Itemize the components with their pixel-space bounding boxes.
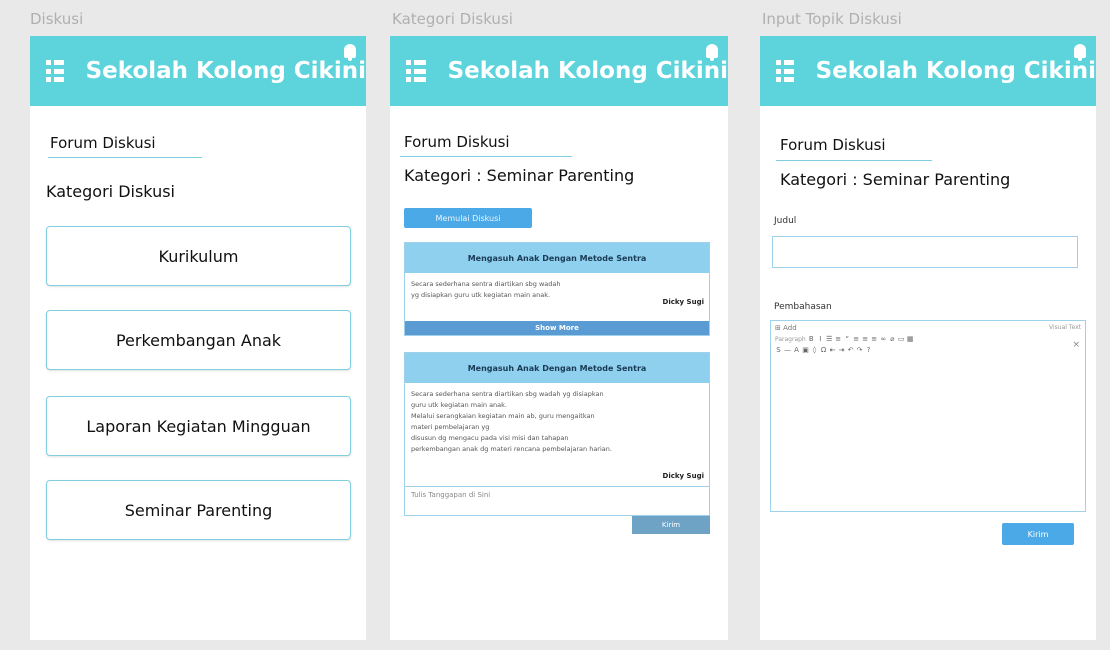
kategori-heading: Kategori Diskusi [46,182,175,201]
clear-format-icon[interactable]: ◊ [811,346,818,354]
toolbar-toggle-icon[interactable]: ▦ [907,335,914,343]
forum-underline [400,156,572,157]
app-bar: Sekolah Kolong Cikini [390,36,728,106]
editor-add-label: Add [783,324,797,332]
redo-icon[interactable]: ↷ [856,346,863,354]
forum-title: Forum Diskusi [780,136,886,154]
card-line: Secara sederhana sentra diartikan sbg wa… [411,280,561,288]
special-char-icon[interactable]: Ω [820,346,827,354]
editor-toolbar-row-1: Paragraph B I ☰ ≡ “ ≡ ≡ ≡ ∞ ⌀ ▭ ▦ [771,332,1085,343]
start-discussion-button[interactable]: Memulai Diskusi [404,208,532,228]
app-title: Sekolah Kolong Cikini [815,58,1096,84]
paragraph-select[interactable]: Paragraph [775,336,806,343]
indent-icon[interactable]: ⇥ [838,346,845,354]
reply-input[interactable]: Tulis Tanggapan di Sini [404,486,710,516]
category-button-seminar-parenting[interactable]: Seminar Parenting [46,480,351,540]
bell-icon[interactable] [1074,44,1086,61]
card-line: guru utk kegiatan main anak. [411,401,507,409]
card-line: Secara sederhana sentra diartikan sbg wa… [411,390,604,398]
quote-icon[interactable]: “ [844,335,851,343]
text-color-icon[interactable]: A [793,346,800,354]
judul-input[interactable] [772,236,1078,268]
discussion-card: Mengasuh Anak Dengan Metode Sentra Secar… [404,352,710,488]
send-button[interactable]: Kirim [632,516,710,534]
forum-underline [776,160,932,161]
editor-mode-tabs[interactable]: Visual Text [1049,324,1081,332]
horizontal-line-icon[interactable]: — [784,346,791,354]
card-line: perkembangan anak dg materi rencana pemb… [411,445,612,453]
menu-icon[interactable] [46,60,64,82]
kategori-label: Kategori : Seminar Parenting [404,166,635,185]
discussion-card[interactable]: Mengasuh Anak Dengan Metode Sentra Secar… [404,242,710,336]
add-media-icon: ⊞ [775,324,781,332]
link-icon[interactable]: ∞ [880,335,887,343]
menu-icon[interactable] [776,60,794,82]
editor-toolbar-row-2: S — A ▣ ◊ Ω ⇤ ⇥ ↶ ↷ ? [771,343,1085,354]
card-title: Mengasuh Anak Dengan Metode Sentra [405,243,709,273]
forum-title: Forum Diskusi [404,133,510,151]
forum-title: Forum Diskusi [50,134,156,152]
category-button-perkembangan-anak[interactable]: Perkembangan Anak [46,310,351,370]
outdent-icon[interactable]: ⇤ [829,346,836,354]
card-line: yg disiapkan guru utk kegiatan main anak… [411,291,551,299]
phone-screen-kategori: Sekolah Kolong Cikini Forum Diskusi Kate… [390,36,728,640]
app-bar: Sekolah Kolong Cikini [760,36,1096,106]
card-body: Secara sederhana sentra diartikan sbg wa… [405,383,709,487]
app-title: Sekolah Kolong Cikini [447,58,728,84]
category-button-kurikulum[interactable]: Kurikulum [46,226,351,286]
panel-caption-kategori: Kategori Diskusi [392,10,513,28]
close-icon[interactable]: × [1072,340,1080,350]
card-author: Dicky Sugi [662,472,704,480]
italic-icon[interactable]: I [817,335,824,343]
category-button-laporan-kegiatan[interactable]: Laporan Kegiatan Mingguan [46,396,351,456]
align-center-icon[interactable]: ≡ [862,335,869,343]
card-line: materi pembelajaran yg [411,423,490,431]
pembahasan-label: Pembahasan [774,302,832,312]
strikethrough-icon[interactable]: S [775,346,782,354]
submit-button[interactable]: Kirim [1002,523,1074,545]
paste-text-icon[interactable]: ▣ [802,346,809,354]
align-right-icon[interactable]: ≡ [871,335,878,343]
phone-screen-input-topik: Sekolah Kolong Cikini Forum Diskusi Kate… [760,36,1096,640]
card-author: Dicky Sugi [662,298,704,306]
app-bar: Sekolah Kolong Cikini [30,36,366,106]
editor-top-bar: ⊞ Add Visual Text [771,321,1085,332]
panel-caption-diskusi: Diskusi [30,10,84,28]
judul-label: Judul [774,216,797,226]
show-more-button[interactable]: Show More [405,321,709,335]
bell-icon[interactable] [706,44,718,61]
card-line: Melalui serangkaian kegiatan main ab, gu… [411,412,595,420]
phone-screen-diskusi: Sekolah Kolong Cikini Forum Diskusi Kate… [30,36,366,640]
kategori-label: Kategori : Seminar Parenting [780,170,1011,189]
undo-icon[interactable]: ↶ [847,346,854,354]
forum-underline [48,157,202,158]
card-title: Mengasuh Anak Dengan Metode Sentra [405,353,709,383]
numbered-list-icon[interactable]: ≡ [835,335,842,343]
bell-icon[interactable] [344,44,356,61]
pembahasan-editor[interactable]: ⊞ Add Visual Text Paragraph B I ☰ ≡ “ ≡ … [770,320,1086,512]
unlink-icon[interactable]: ⌀ [889,335,896,343]
card-line: disusun dg mengacu pada visi misi dan ta… [411,434,569,442]
menu-icon[interactable] [406,60,426,82]
help-icon[interactable]: ? [865,346,872,354]
editor-add-button[interactable]: ⊞ Add [775,324,797,332]
app-title: Sekolah Kolong Cikini [85,58,366,84]
bullet-list-icon[interactable]: ☰ [826,335,833,343]
align-left-icon[interactable]: ≡ [853,335,860,343]
panel-caption-input-topik: Input Topik Diskusi [762,10,902,28]
more-icon[interactable]: ▭ [898,335,905,343]
card-body: Secara sederhana sentra diartikan sbg wa… [405,273,709,321]
bold-icon[interactable]: B [808,335,815,343]
